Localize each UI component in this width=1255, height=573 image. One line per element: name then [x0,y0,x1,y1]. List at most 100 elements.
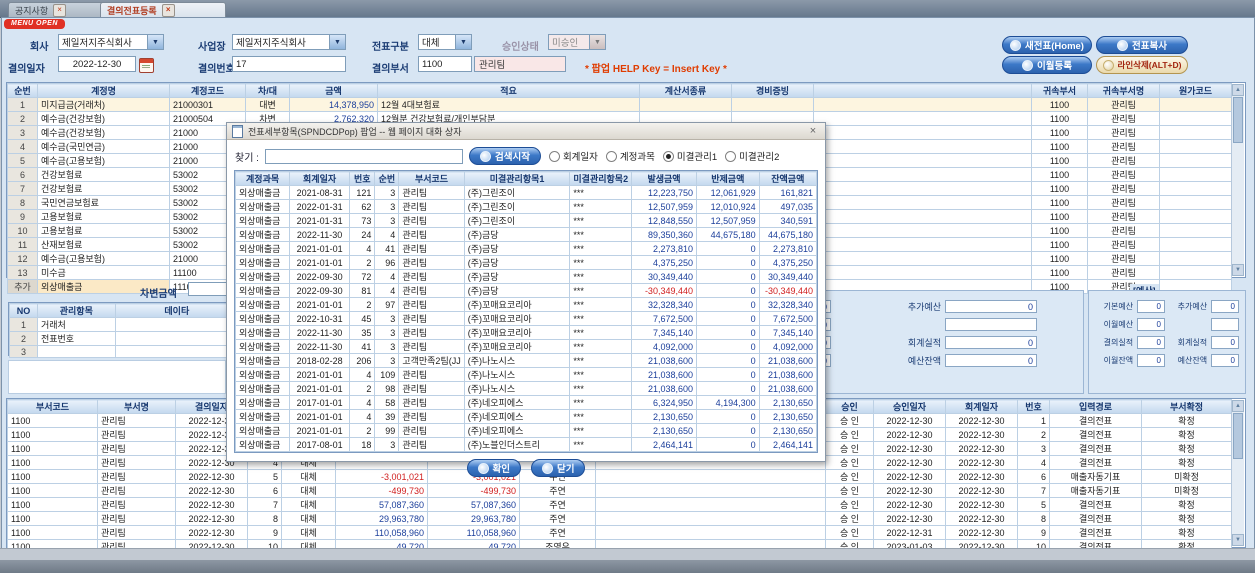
calendar-icon[interactable] [139,58,154,73]
scroll-thumb[interactable] [1233,413,1243,459]
open-item-row[interactable]: 외상매출금 2022-10-31 45 3 관리팀 (주)꼬매요코리아 *** … [234,311,818,326]
approval-select[interactable]: 미승인 ▼ [548,34,606,50]
dept-slip-row[interactable]: 1100 관리팀 2022-12-30 7 대체 57,087,360 57,0… [7,497,1232,512]
open-item-row[interactable]: 외상매출금 2017-01-01 4 58 관리팀 (주)네오피에스 *** 6… [234,395,818,410]
open-item-row[interactable]: 외상매출금 2022-01-31 62 3 관리팀 (주)그린조이 *** 12… [234,199,818,214]
tab-notice[interactable]: 공지사항 × [8,2,106,18]
cell-filler [595,525,826,540]
chevron-down-icon[interactable]: ▼ [147,35,163,49]
cell-mgmt1: (주)그린조이 [463,199,571,214]
vertical-scrollbar[interactable]: ▲ ▼ [1231,400,1244,546]
close-icon[interactable]: × [806,125,820,137]
cell-dept-code: 1100 [1031,181,1088,196]
mgmt-item-grid: NO 관리항목 데이타 1 거래처 2 전표번호 3 [8,302,240,358]
company-select[interactable]: 제일저지주식회사 ▼ [58,34,164,50]
cell-no: 24 [349,227,376,242]
cell-balance: 2,464,141 [758,437,818,452]
slip-no-input[interactable] [233,57,345,71]
cell-seq: 5 [7,153,38,168]
scroll-down-icon[interactable]: ▼ [1232,264,1244,276]
search-start-button[interactable]: 검색시작 [468,147,541,165]
budget-label: 추가예산 [1177,301,1208,311]
mgmt-row[interactable]: 1 거래처 [9,317,240,332]
open-item-row[interactable]: 외상매출금 2021-01-01 2 99 관리팀 (주)네오피에스 *** 2… [234,423,818,438]
dept-slip-row[interactable]: 1100 관리팀 2022-12-30 9 대체 110,058,960 110… [7,525,1232,540]
radio-option[interactable]: 미결관리1 [662,149,717,163]
tab-close-icon[interactable]: × [161,4,175,17]
radio-option[interactable]: 미결관리2 [725,149,779,163]
dept-slip-row[interactable]: 1100 관리팀 2022-12-30 8 대체 29,963,780 29,9… [7,511,1232,526]
open-item-row[interactable]: 외상매출금 2021-01-01 4 39 관리팀 (주)네오피에스 *** 2… [234,409,818,424]
site-select[interactable]: 제일저지주식회사 ▼ [232,34,346,50]
cell-filler [813,125,1032,140]
budget-label: 예산잔액 [907,355,941,366]
cell-slip-date: 2022-12-30 [175,511,248,526]
open-item-row[interactable]: 외상매출금 2017-08-01 18 3 관리팀 (주)노블인더스트리 ***… [234,437,818,452]
open-item-row[interactable]: 외상매출금 2018-02-28 206 3 고객만족2팀(JJ (주)나노시스… [234,353,818,368]
approval-label: 승인상태 [502,42,539,53]
mgmt-row[interactable]: 3 [9,345,240,358]
budget-label: 예산잔액 [1177,355,1208,365]
scroll-thumb[interactable] [1233,97,1243,143]
tab-close-icon[interactable]: × [53,4,67,17]
open-item-row[interactable]: 외상매출금 2021-01-01 2 97 관리팀 (주)꼬매요코리아 *** … [234,297,818,312]
slip-type-select[interactable]: 대체 ▼ [418,34,472,50]
company-label: 회사 [30,42,49,53]
slip-no-field[interactable] [232,56,346,72]
open-item-row[interactable]: 외상매출금 2022-09-30 81 4 관리팀 (주)금당 *** -30,… [234,283,818,298]
date-field[interactable] [58,56,136,72]
cell-seq: 4 [7,139,38,154]
cell-mgmt2: *** [569,367,633,382]
scroll-up-icon[interactable]: ▲ [1232,400,1244,412]
open-item-row[interactable]: 외상매출금 2021-01-01 2 98 관리팀 (주)나노시스 *** 21… [234,381,818,396]
dept-slip-row[interactable]: 1100 관리팀 2022-12-30 6 대체 -499,730 -499,7… [7,483,1232,498]
dept-code-field[interactable] [418,56,472,72]
cell-mgmt2: *** [569,185,633,200]
ok-button[interactable]: 확인 [466,459,521,477]
chevron-down-icon[interactable]: ▼ [455,35,471,49]
cell-filler [813,181,1032,196]
dept-column-header: 입력경로 [1049,399,1142,414]
open-item-row[interactable]: 외상매출금 2022-11-30 24 4 관리팀 (주)금당 *** 89,3… [234,227,818,242]
cell-settled: 44,675,180 [695,227,760,242]
copy-slip-button[interactable]: 전표복사 [1096,36,1188,54]
open-item-row[interactable]: 외상매출금 2022-11-30 35 3 관리팀 (주)꼬매요코리아 *** … [234,325,818,340]
tab-voucher-entry[interactable]: 결의전표등록 × [100,2,226,18]
cell-mgmt2: *** [569,199,633,214]
open-item-row[interactable]: 외상매출금 2022-11-30 41 3 관리팀 (주)꼬매요코리아 *** … [234,339,818,354]
vertical-scrollbar[interactable]: ▲ ▼ [1231,84,1244,276]
radio-option[interactable]: 회계일자 [548,149,598,163]
popup-title-bar[interactable]: 전표세부항목(SPNDCDPop) 팝업 -- 웹 페이지 대화 상자 × [227,123,825,140]
open-item-row[interactable]: 외상매출금 2021-01-01 2 96 관리팀 (주)금당 *** 4,37… [234,255,818,270]
cell-seq: 13 [7,265,38,280]
cell-account-date: 2022-12-30 [945,497,1018,512]
cell-credit: 57,087,360 [427,497,520,512]
cell-mgmt1: (주)네오피에스 [463,409,571,424]
open-item-row[interactable]: 외상매출금 2022-09-30 72 4 관리팀 (주)금당 *** 30,3… [234,269,818,284]
scroll-down-icon[interactable]: ▼ [1232,534,1244,546]
mgmt-row[interactable]: 2 전표번호 [9,331,240,346]
carryover-button[interactable]: 이월등록 [1002,56,1092,74]
cell-approval: 승 인 [825,511,874,526]
menu-open-button[interactable]: MENU OPEN [4,19,65,29]
date-input[interactable] [59,57,135,71]
open-item-column-header: 잔액금액 [758,171,818,186]
close-button[interactable]: 닫기 [531,459,586,477]
open-item-row[interactable]: 외상매출금 2021-08-31 121 3 관리팀 (주)그린조이 *** 1… [234,185,818,200]
cell-seq: 추가 [7,279,38,294]
chevron-down-icon[interactable]: ▼ [589,35,605,49]
chevron-down-icon[interactable]: ▼ [329,35,345,49]
find-input[interactable] [264,148,463,164]
voucher-row[interactable]: 1 미지급금(거래처) 21000301 대변 14,378,950 12월 4… [7,97,1232,112]
scroll-up-icon[interactable]: ▲ [1232,84,1244,96]
cell-settled: 0 [695,381,760,396]
dept-code-input[interactable] [419,57,471,71]
cell-dept-code: 1100 [7,497,98,512]
new-slip-button[interactable]: 새전표(Home) [1002,36,1092,54]
line-delete-button[interactable]: 라인삭제(ALT+D) [1096,56,1188,74]
open-item-row[interactable]: 외상매출금 2021-01-01 4 41 관리팀 (주)금당 *** 2,27… [234,241,818,256]
open-item-row[interactable]: 외상매출금 2021-01-01 4 109 관리팀 (주)나노시스 *** 2… [234,367,818,382]
cell-balance: 161,821 [758,185,818,200]
radio-option[interactable]: 계정과목 [605,149,655,163]
open-item-row[interactable]: 외상매출금 2021-01-31 73 3 관리팀 (주)그린조이 *** 12… [234,213,818,228]
